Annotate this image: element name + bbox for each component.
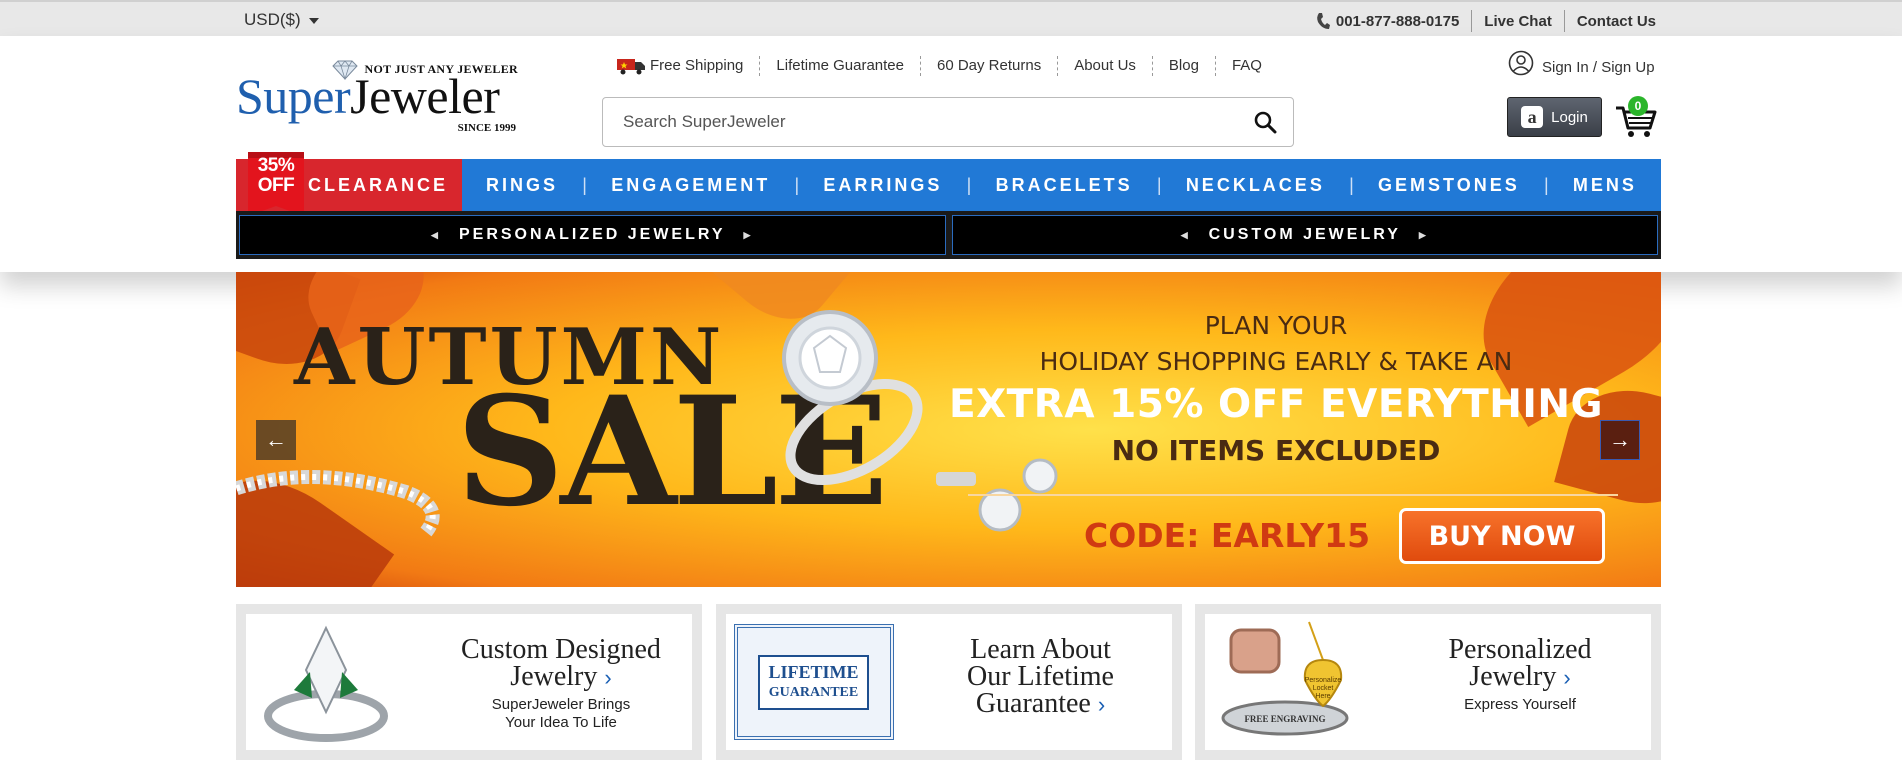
custom-jewelry-link[interactable]: ◀ CUSTOM JEWELRY ▶: [951, 215, 1658, 255]
site-logo[interactable]: NOT JUST ANY JEWELER SuperJeweler SINCE …: [236, 60, 518, 134]
promo-subtitle: Express Yourself: [1464, 696, 1576, 713]
engraving-text: FREE ENGRAVING: [1244, 714, 1325, 724]
banner-no-items-text: NO ITEMS EXCLUDED: [1111, 434, 1441, 467]
amazon-login-button[interactable]: a Login: [1507, 97, 1602, 137]
guarantee-certificate-image: LIFETIME GUARANTEE: [733, 624, 894, 740]
about-us-link[interactable]: About Us: [1058, 56, 1153, 76]
contact-us-link[interactable]: Contact Us: [1577, 13, 1656, 30]
currency-selector[interactable]: USD($): [244, 10, 319, 30]
nav-item-bracelets[interactable]: BRACELETS: [996, 175, 1133, 196]
nav-item-necklaces[interactable]: NECKLACES: [1186, 175, 1325, 196]
divider: [1471, 10, 1473, 32]
promo-title: Custom Designed Jewelry ›: [461, 634, 661, 692]
faq-link[interactable]: FAQ: [1216, 56, 1278, 76]
nav-item-earrings[interactable]: EARRINGS: [823, 175, 942, 196]
nav-divider: |: [1349, 174, 1354, 195]
page: USD($) 001-877-888-0175 Live Chat Contac…: [0, 0, 1902, 760]
buy-now-button[interactable]: BUY NOW: [1399, 508, 1605, 564]
amazon-icon: a: [1521, 106, 1544, 128]
nav-divider: |: [794, 174, 800, 195]
sub-nav: ◀ PERSONALIZED JEWELRY ▶ ◀ CUSTOM JEWELR…: [236, 211, 1661, 259]
nav-item-gemstones[interactable]: GEMSTONES: [1378, 175, 1520, 196]
lifetime-guarantee-link[interactable]: Lifetime Guarantee: [760, 56, 921, 76]
logo-since: SINCE 1999: [457, 122, 516, 134]
promo-personalized-jewelry[interactable]: Personalize Locket Here FREE ENGRAVING Pers…: [1195, 604, 1661, 760]
arrow-left-icon: ←: [265, 427, 287, 452]
promo-custom-jewelry[interactable]: Custom Designed Jewelry › SuperJeweler Br…: [236, 604, 702, 760]
free-shipping-link[interactable]: Free Shipping: [616, 56, 761, 76]
personalized-jewelry-link[interactable]: ◀ PERSONALIZED JEWELRY ▶: [239, 215, 946, 255]
returns-link[interactable]: 60 Day Returns: [921, 56, 1059, 76]
top-bar: USD($) 001-877-888-0175 Live Chat Contac…: [0, 0, 1902, 36]
nav-divider: |: [966, 174, 972, 195]
blog-link[interactable]: Blog: [1153, 56, 1216, 76]
caret-left-icon: ◀: [431, 229, 441, 240]
live-chat-link[interactable]: Live Chat: [1484, 13, 1552, 30]
divider: [968, 494, 1618, 496]
nav-divider: |: [1156, 174, 1162, 195]
ring-image: [782, 310, 923, 486]
arrow-right-icon: →: [1609, 427, 1631, 452]
main-nav: 35% OFF CLEARANCE RINGS | ENGAGEMENT | EA…: [236, 152, 1661, 216]
promo-title: Learn About Our Lifetime Guarantee ›: [967, 634, 1114, 719]
banner-plan-text: PLAN YOUR HOLIDAY SHOPPING EARLY & TAKE …: [1039, 311, 1513, 376]
header-links: Free Shipping Lifetime Guarantee 60 Day …: [616, 56, 1278, 76]
nav-item-rings[interactable]: RINGS: [486, 175, 558, 196]
truck-icon: [617, 59, 645, 75]
search-box: [602, 97, 1294, 147]
carousel-next-button[interactable]: →: [1600, 420, 1640, 460]
divider: [1563, 10, 1565, 32]
carousel-prev-button[interactable]: ←: [256, 420, 296, 460]
logo-wordmark: SuperJeweler: [236, 68, 500, 124]
sign-in-link[interactable]: Sign In / Sign Up: [1508, 50, 1655, 76]
search-input[interactable]: [623, 110, 1223, 134]
promo-lifetime-guarantee[interactable]: LIFETIME GUARANTEE Learn About Our Lifetim…: [715, 604, 1182, 760]
cart-button[interactable]: 0: [1614, 96, 1658, 140]
search-icon[interactable]: [1253, 110, 1277, 134]
promo-subtitle: SuperJeweler Brings Your Idea To Life: [491, 696, 631, 731]
nav-divider: |: [582, 174, 587, 195]
promo-code-text: CODE: EARLY15: [1084, 516, 1371, 555]
caret-left-icon: ◀: [1180, 229, 1191, 240]
caret-right-icon: ▶: [743, 229, 754, 240]
nav-divider: |: [1543, 174, 1549, 195]
nav-item-mens[interactable]: MENS: [1573, 175, 1637, 196]
nav-items: RINGS | ENGAGEMENT | EARRINGS | BRACELET…: [462, 175, 1661, 196]
currency-label: USD($): [244, 10, 301, 29]
promo-title: Personalized Jewelry ›: [1448, 634, 1592, 692]
user-icon: [1508, 50, 1534, 76]
promo-row: Custom Designed Jewelry › SuperJeweler Br…: [236, 604, 1661, 760]
cart-count-badge: 0: [1628, 96, 1648, 116]
sale-ribbon-icon: 35% OFF: [248, 152, 304, 220]
custom-ring-image: [264, 625, 388, 742]
top-links: 001-877-888-0175 Live Chat Contact Us: [1316, 10, 1656, 32]
hero-banner[interactable]: AUTUMN SALE PLAN YOUR HOLIDAY SHOPPING E…: [236, 272, 1661, 587]
personalized-jewelry-image: Personalize Locket HereFREE ENGRAVING: [1221, 621, 1349, 736]
banner-extra-text: EXTRA 15% OFF EVERYTHING: [948, 382, 1604, 427]
chevron-right-icon: ›: [1563, 665, 1571, 690]
caret-right-icon: ▶: [1418, 229, 1429, 240]
chevron-down-icon: [308, 17, 319, 24]
nav-item-engagement[interactable]: ENGAGEMENT: [611, 175, 770, 196]
phone-number[interactable]: 001-877-888-0175: [1336, 13, 1459, 30]
phone-icon: [1317, 13, 1330, 29]
nav-item-clearance[interactable]: 35% OFF CLEARANCE: [236, 152, 462, 216]
chevron-right-icon: ›: [1097, 692, 1106, 717]
chevron-right-icon: ›: [604, 665, 612, 690]
